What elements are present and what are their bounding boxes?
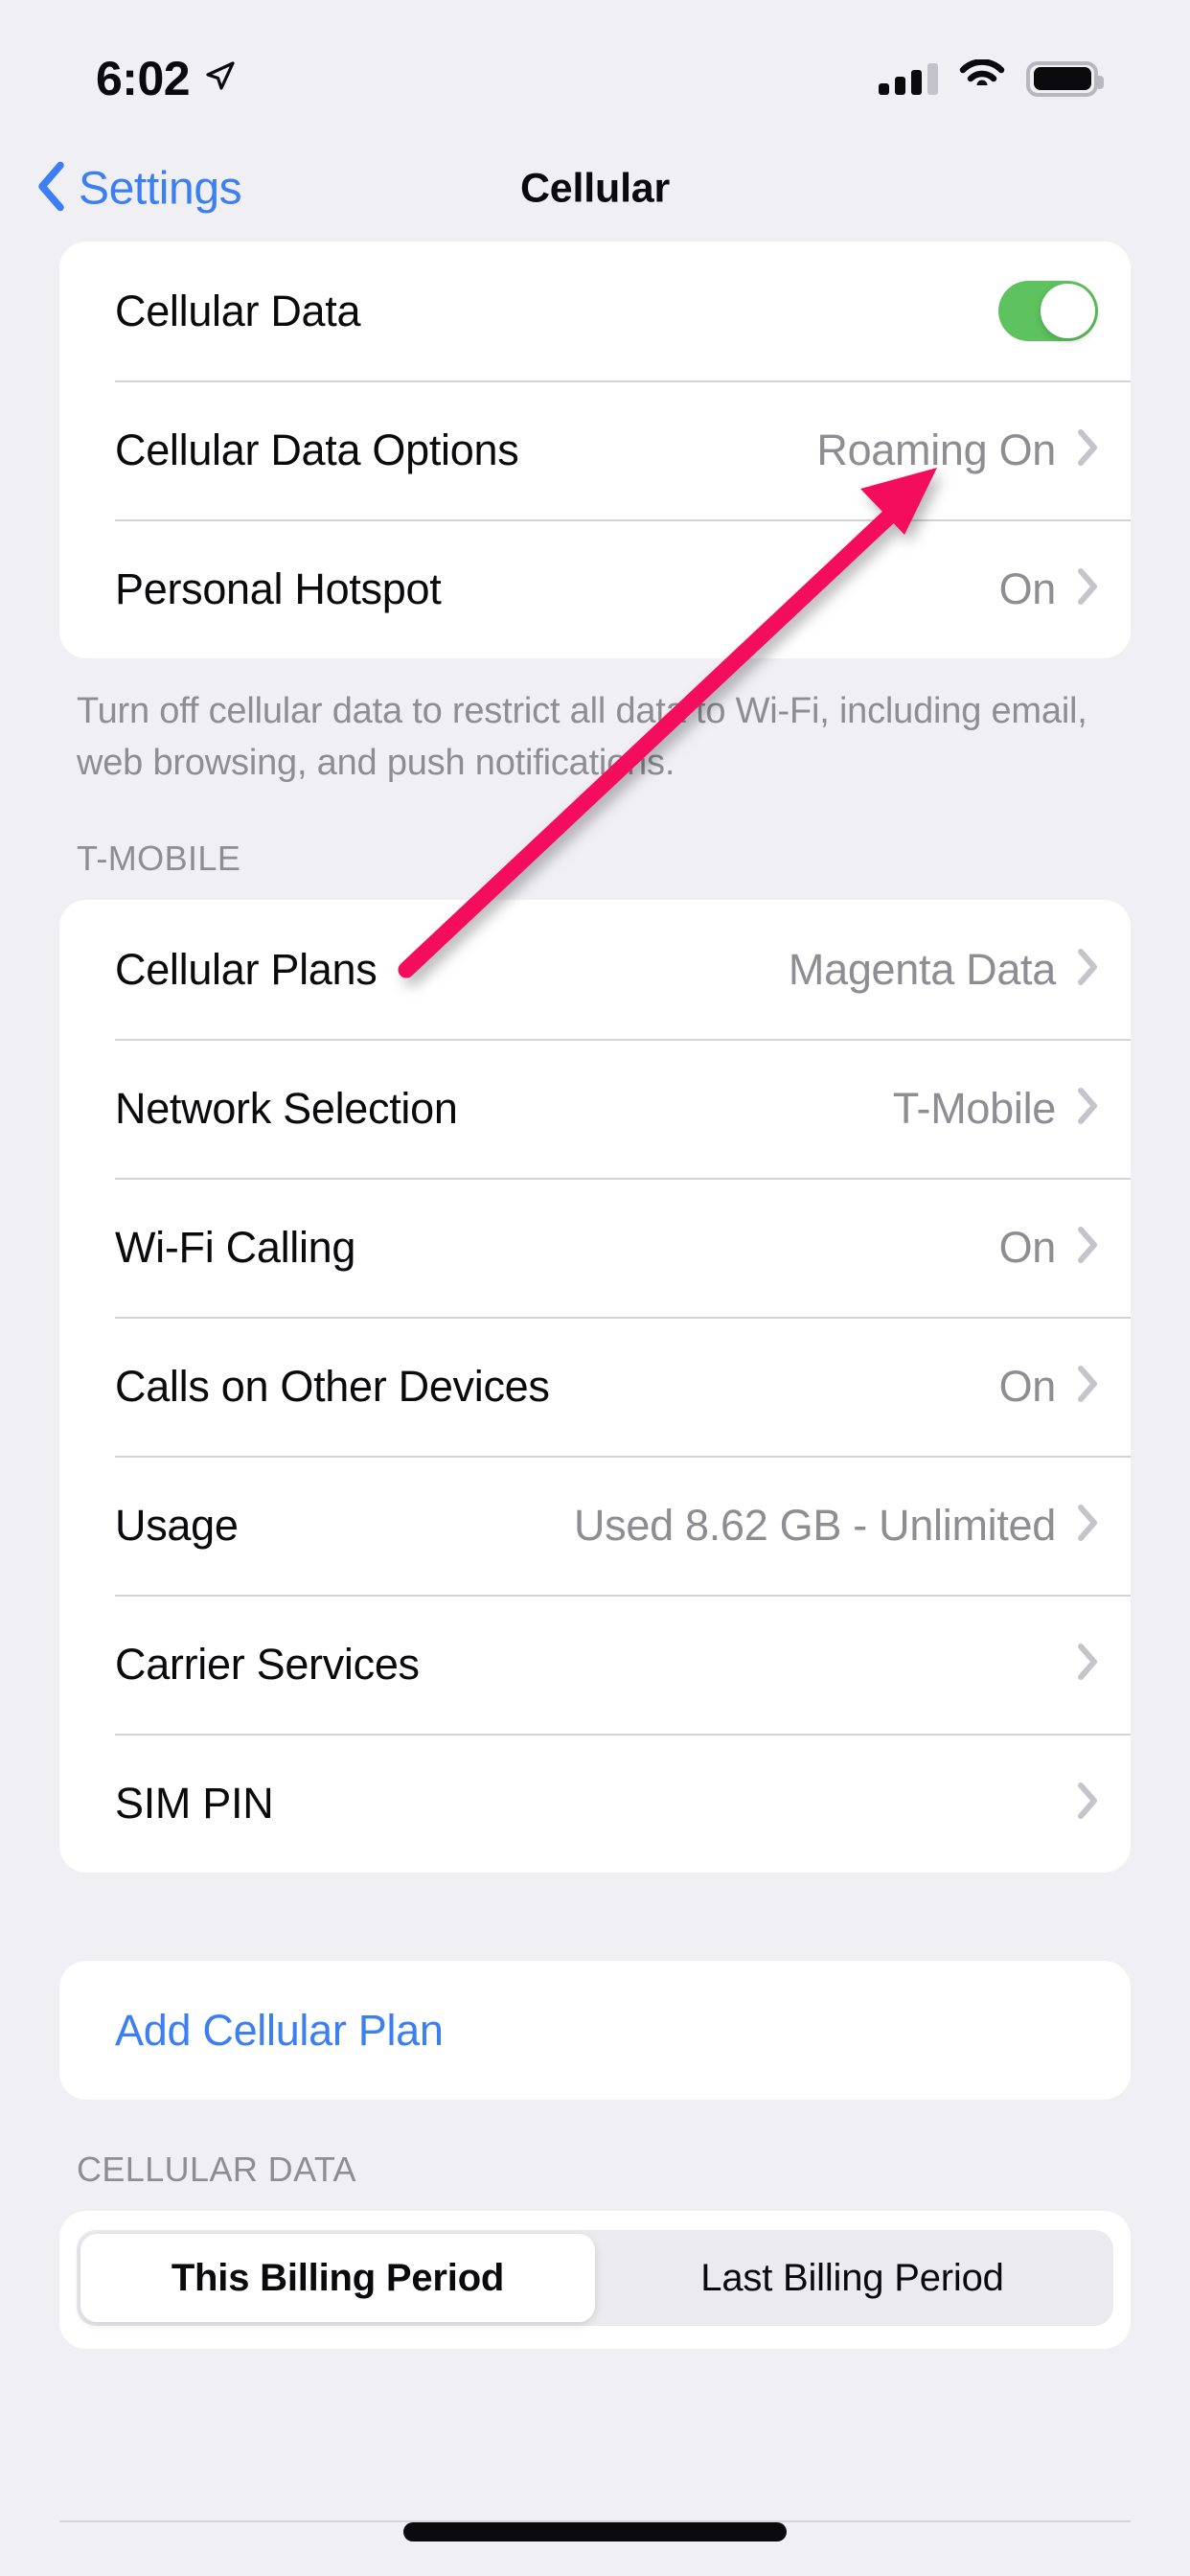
row-accessory: Used 8.62 GB - Unlimited — [574, 1501, 1098, 1551]
row-accessory: T-Mobile — [893, 1084, 1098, 1134]
row-label: Cellular Data Options — [115, 425, 519, 474]
segment-last-billing-period[interactable]: Last Billing Period — [595, 2234, 1110, 2322]
chevron-right-icon — [1077, 949, 1098, 990]
add-cellular-plan-card: Add Cellular Plan — [59, 1961, 1131, 2100]
row-label: Usage — [115, 1500, 239, 1550]
row-value: On — [998, 564, 1057, 613]
row-personal-hotspot[interactable]: Personal Hotspot On — [59, 519, 1131, 658]
row-value: T-Mobile — [892, 1083, 1056, 1133]
chevron-right-icon — [1077, 1505, 1098, 1546]
wifi-icon — [959, 58, 1005, 99]
add-cellular-plan-label: Add Cellular Plan — [115, 2005, 444, 2055]
cellular-data-card: Cellular Data Cellular Data Options Roam… — [59, 242, 1131, 658]
row-accessory: On — [999, 1223, 1098, 1273]
chevron-right-icon — [1077, 1644, 1098, 1685]
row-accessory — [1077, 1644, 1098, 1685]
row-label: Cellular Plans — [115, 944, 378, 994]
location-arrow-icon — [203, 60, 236, 98]
settings-scroll-content: Cellular Data Cellular Data Options Roam… — [0, 242, 1190, 2349]
chevron-right-icon — [1077, 1088, 1098, 1129]
row-accessory: Magenta Data — [789, 945, 1098, 995]
chevron-right-icon — [1077, 1227, 1098, 1268]
cellular-data-toggle[interactable] — [998, 281, 1098, 341]
home-indicator[interactable] — [403, 2522, 787, 2542]
segment-this-billing-period[interactable]: This Billing Period — [80, 2234, 595, 2322]
cellular-signal-icon — [879, 62, 938, 95]
add-cellular-plan-button[interactable]: Add Cellular Plan — [59, 1961, 1131, 2100]
row-label: SIM PIN — [115, 1778, 274, 1828]
row-calls-on-other-devices[interactable]: Calls on Other Devices On — [59, 1317, 1131, 1456]
row-wifi-calling[interactable]: Wi-Fi Calling On — [59, 1178, 1131, 1317]
row-usage[interactable]: Usage Used 8.62 GB - Unlimited — [59, 1456, 1131, 1595]
row-label: Personal Hotspot — [115, 564, 442, 613]
cellular-data-footer-note: Turn off cellular data to restrict all d… — [77, 691, 1087, 783]
row-label: Carrier Services — [115, 1639, 420, 1689]
chevron-right-icon — [1077, 1782, 1098, 1824]
row-value: Roaming On — [816, 425, 1056, 474]
section-header-cellular-data: CELLULAR DATA — [77, 2150, 356, 2189]
row-accessory: On — [999, 564, 1098, 614]
billing-period-card: This Billing Period Last Billing Period — [59, 2211, 1131, 2349]
row-accessory: On — [999, 1362, 1098, 1412]
row-label: Cellular Data — [115, 286, 361, 335]
row-value: On — [998, 1361, 1057, 1411]
section-header-carrier: T-MOBILE — [77, 839, 241, 878]
row-accessory — [998, 281, 1098, 341]
chevron-right-icon — [1077, 1366, 1098, 1407]
chevron-right-icon — [1077, 429, 1098, 471]
carrier-card: Cellular Plans Magenta Data Network Sele… — [59, 900, 1131, 1873]
chevron-right-icon — [1077, 568, 1098, 610]
row-cellular-data-options[interactable]: Cellular Data Options Roaming On — [59, 380, 1131, 519]
status-bar-right — [879, 58, 1104, 99]
toggle-knob — [1041, 284, 1095, 338]
status-bar-clock: 6:02 — [96, 52, 191, 105]
row-cellular-plans[interactable]: Cellular Plans Magenta Data — [59, 900, 1131, 1039]
row-value: Used 8.62 GB - Unlimited — [573, 1500, 1056, 1550]
row-accessory — [1077, 1782, 1098, 1824]
row-value: Magenta Data — [788, 944, 1056, 994]
row-label: Network Selection — [115, 1083, 458, 1133]
page-title: Cellular — [519, 165, 671, 212]
row-value: On — [998, 1222, 1057, 1272]
row-sim-pin[interactable]: SIM PIN — [59, 1734, 1131, 1873]
row-network-selection[interactable]: Network Selection T-Mobile — [59, 1039, 1131, 1178]
status-bar-left: 6:02 — [96, 51, 236, 106]
row-accessory: Roaming On — [816, 426, 1098, 475]
billing-period-segmented-control[interactable]: This Billing Period Last Billing Period — [77, 2230, 1113, 2326]
status-bar: 6:02 — [0, 0, 1190, 136]
row-label: Calls on Other Devices — [115, 1361, 550, 1411]
battery-full-icon — [1026, 60, 1104, 97]
row-label: Wi-Fi Calling — [115, 1222, 356, 1272]
row-cellular-data[interactable]: Cellular Data — [59, 242, 1131, 380]
navigation-bar: Settings Cellular — [0, 136, 1190, 242]
row-carrier-services[interactable]: Carrier Services — [59, 1595, 1131, 1734]
